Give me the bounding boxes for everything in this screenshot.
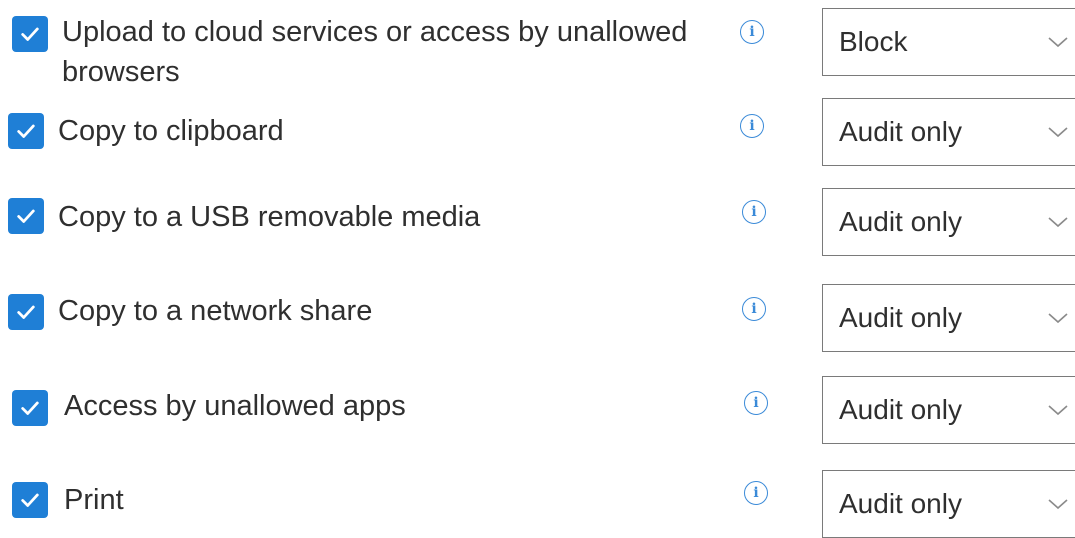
checkbox-upload-cloud[interactable] xyxy=(12,16,48,52)
action-select-value: Audit only xyxy=(839,302,962,333)
activity-label: Print xyxy=(64,484,124,516)
check-icon xyxy=(17,124,35,138)
chevron-down-icon xyxy=(1048,499,1068,510)
action-select-network-share[interactable]: Audit only xyxy=(822,284,1075,352)
action-select-value: Audit only xyxy=(839,488,962,519)
activity-label: Copy to a USB removable media xyxy=(58,201,481,233)
check-icon xyxy=(21,493,39,507)
activity-label: Copy to clipboard xyxy=(58,115,284,147)
checkbox-unallowed-apps[interactable] xyxy=(12,390,48,426)
action-select-value: Block xyxy=(839,26,908,57)
check-icon xyxy=(21,401,39,415)
action-select-clipboard[interactable]: Audit only xyxy=(822,98,1075,166)
checkbox-print[interactable] xyxy=(12,482,48,518)
action-select-value: Audit only xyxy=(839,394,962,425)
info-icon[interactable]: i xyxy=(740,114,764,138)
chevron-down-icon xyxy=(1048,313,1068,324)
info-icon[interactable]: i xyxy=(742,200,766,224)
info-icon[interactable]: i xyxy=(740,20,764,44)
chevron-down-icon xyxy=(1048,405,1068,416)
checkbox-usb[interactable] xyxy=(8,198,44,234)
action-select-value: Audit only xyxy=(839,206,962,237)
activity-label: Access by unallowed apps xyxy=(64,390,406,422)
checkbox-clipboard[interactable] xyxy=(8,113,44,149)
chevron-down-icon xyxy=(1048,37,1068,48)
action-select-usb[interactable]: Audit only xyxy=(822,188,1075,256)
chevron-down-icon xyxy=(1048,217,1068,228)
info-icon[interactable]: i xyxy=(742,297,766,321)
check-icon xyxy=(17,209,35,223)
checkbox-network-share[interactable] xyxy=(8,294,44,330)
info-icon[interactable]: i xyxy=(744,481,768,505)
check-icon xyxy=(21,27,39,41)
activity-label: Upload to cloud services or access by un… xyxy=(62,16,688,48)
action-select-value: Audit only xyxy=(839,116,962,147)
action-select-print[interactable]: Audit only xyxy=(822,470,1075,538)
action-select-unallowed-apps[interactable]: Audit only xyxy=(822,376,1075,444)
chevron-down-icon xyxy=(1048,127,1068,138)
activity-label: Copy to a network share xyxy=(58,295,373,327)
info-icon[interactable]: i xyxy=(744,391,768,415)
activity-label-continued: browsers xyxy=(62,56,180,88)
action-select-upload-cloud[interactable]: Block xyxy=(822,8,1075,76)
check-icon xyxy=(17,305,35,319)
